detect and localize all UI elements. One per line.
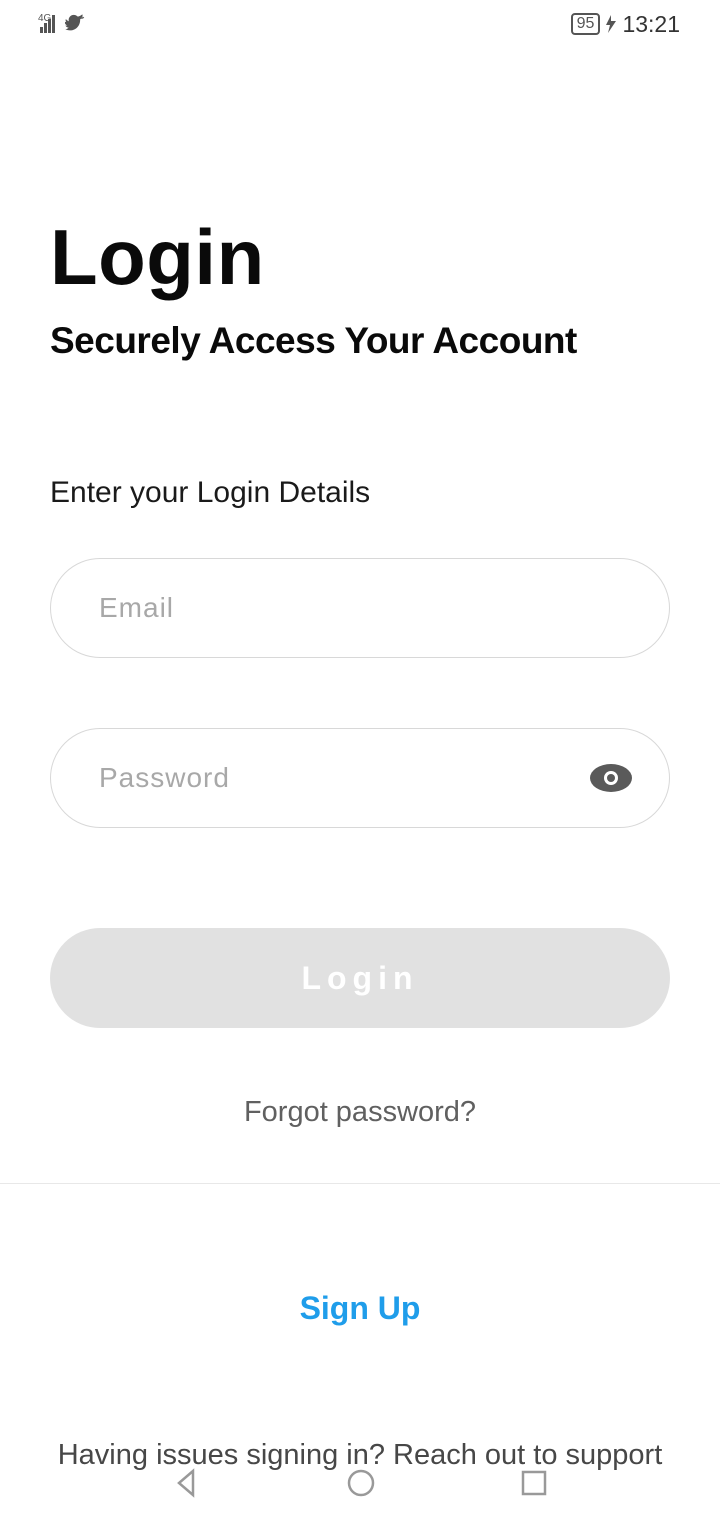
page-subtitle: Securely Access Your Account <box>50 320 670 362</box>
section-label: Enter your Login Details <box>50 476 670 510</box>
clock-time: 13:21 <box>622 11 680 38</box>
bird-icon <box>65 13 87 35</box>
status-bar: 4G 95 13:21 <box>0 0 720 48</box>
email-field-wrapper <box>50 558 670 658</box>
email-field[interactable] <box>50 558 670 658</box>
back-button[interactable] <box>171 1467 203 1502</box>
signup-link[interactable]: Sign Up <box>50 1290 670 1327</box>
divider <box>0 1183 720 1184</box>
forgot-password-link[interactable]: Forgot password? <box>50 1096 670 1129</box>
eye-icon <box>590 764 632 792</box>
recents-button[interactable] <box>519 1468 549 1501</box>
login-screen: Login Securely Access Your Account Enter… <box>0 48 720 1472</box>
page-title: Login <box>50 218 670 296</box>
home-button[interactable] <box>345 1467 377 1502</box>
status-left: 4G <box>40 13 87 35</box>
status-right: 95 13:21 <box>571 11 680 38</box>
password-field[interactable] <box>50 728 670 828</box>
signal-icon: 4G <box>40 15 55 33</box>
charging-icon <box>606 15 616 33</box>
login-button[interactable]: Login <box>50 928 670 1028</box>
toggle-password-visibility-button[interactable] <box>582 756 640 800</box>
battery-indicator: 95 <box>571 13 601 35</box>
password-field-wrapper <box>50 728 670 828</box>
system-nav-bar <box>0 1448 720 1520</box>
